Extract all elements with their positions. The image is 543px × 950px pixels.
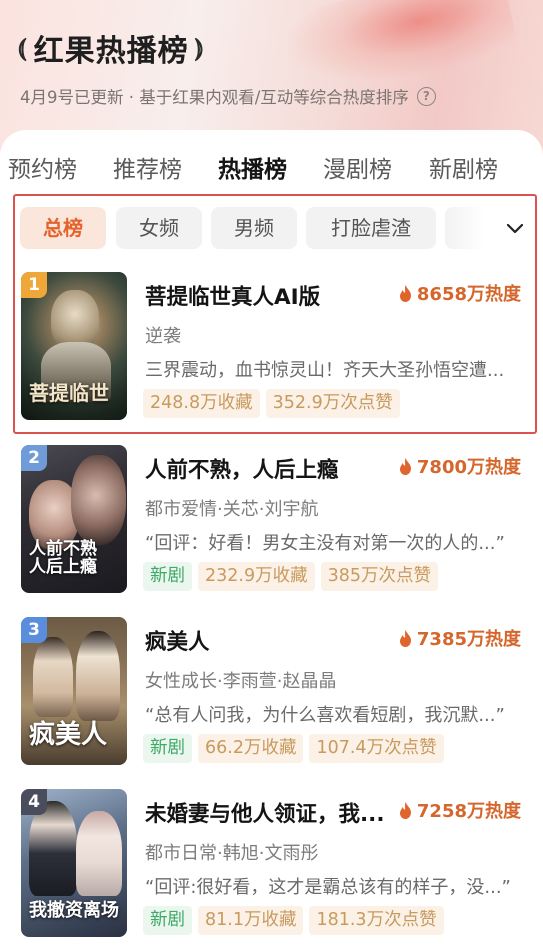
- poster-image[interactable]: 3 疯美人: [21, 617, 127, 765]
- poster-figure: [29, 801, 77, 896]
- list-item[interactable]: 3 疯美人 疯美人 7385万热度 女性成长·李雨萱·赵晶晶 “总有人问我，为什…: [0, 617, 543, 782]
- flame-icon: [399, 629, 411, 647]
- poster-image[interactable]: 4 我撤资离场: [21, 789, 127, 937]
- heat-score: 7258万热度: [398, 797, 521, 823]
- laurel-right-icon: ⦆: [194, 32, 205, 63]
- ranking-tabs: 预约榜 推荐榜 热播榜 漫剧榜 新剧榜: [0, 150, 543, 190]
- heat-score: 7800万热度: [398, 453, 521, 479]
- stats-tags: 新剧 232.9万收藏 385万次点赞: [143, 562, 439, 591]
- update-info-text: 4月9号已更新 · 基于红果内观看/互动等综合热度排序: [20, 88, 409, 107]
- poster-title: 我撤资离场: [29, 900, 119, 922]
- highlight-frame: [13, 194, 537, 434]
- tab-new[interactable]: 新剧榜: [429, 150, 498, 190]
- collect-count: 81.1万收藏: [198, 906, 304, 935]
- heat-value: 7800万热度: [416, 457, 521, 478]
- genre-line: 都市日常·韩旭·文雨彤: [145, 843, 319, 864]
- rank-badge: 2: [21, 445, 47, 471]
- list-item[interactable]: 4 我撤资离场 未婚妻与他人领证，我... 7258万热度 都市日常·韩旭·文雨…: [0, 789, 543, 950]
- drama-title[interactable]: 未婚妻与他人领证，我...: [145, 797, 385, 828]
- poster-title: 疯美人: [29, 719, 108, 750]
- poster-title: 人前不熟 人后上瘾: [29, 539, 97, 578]
- page-title-text: 红果热播榜: [33, 34, 189, 69]
- tab-comic[interactable]: 漫剧榜: [323, 150, 392, 190]
- poster-image[interactable]: 2 人前不熟 人后上瘾: [21, 445, 127, 593]
- genre-line: 女性成长·李雨萱·赵晶晶: [145, 671, 337, 692]
- genre-line: 都市爱情·关芯·刘宇航: [145, 499, 319, 520]
- description: “回评：好看！男女主没有对第一次的人的...”: [145, 533, 505, 554]
- rank-badge: 4: [21, 789, 47, 815]
- description: “回评:很好看，这才是霸总该有的样子，没...”: [145, 877, 511, 898]
- drama-title[interactable]: 疯美人: [145, 625, 210, 656]
- like-count: 385万次点赞: [320, 562, 439, 591]
- tab-recommend[interactable]: 推荐榜: [113, 150, 182, 190]
- heat-score: 7385万热度: [398, 625, 521, 651]
- heat-value: 7258万热度: [416, 801, 521, 822]
- new-badge: 新剧: [143, 562, 192, 591]
- page-title: ⦅ 红果热播榜 ⦆: [18, 28, 205, 70]
- poster-figure-2: [71, 455, 126, 545]
- drama-title[interactable]: 人前不熟，人后上瘾: [145, 453, 339, 484]
- poster-figure: [33, 637, 73, 717]
- stats-tags: 新剧 66.2万收藏 107.4万次点赞: [143, 734, 444, 763]
- tab-hot[interactable]: 热播榜: [218, 150, 287, 190]
- flame-icon: [399, 457, 411, 475]
- collect-count: 66.2万收藏: [198, 734, 304, 763]
- poster-figure-2: [76, 631, 120, 721]
- rank-badge: 3: [21, 617, 47, 643]
- flame-icon: [399, 801, 411, 819]
- like-count: 181.3万次点赞: [309, 906, 444, 935]
- collect-count: 232.9万收藏: [198, 562, 315, 591]
- update-info: 4月9号已更新 · 基于红果内观看/互动等综合热度排序 ?: [20, 84, 436, 108]
- like-count: 107.4万次点赞: [309, 734, 444, 763]
- help-icon[interactable]: ?: [416, 86, 436, 106]
- new-badge: 新剧: [143, 906, 192, 935]
- list-item[interactable]: 2 人前不熟 人后上瘾 人前不熟，人后上瘾 7800万热度 都市爱情·关芯·刘宇…: [0, 445, 543, 610]
- poster-figure-2: [76, 811, 122, 896]
- tab-preorder[interactable]: 预约榜: [8, 150, 77, 190]
- description: “总有人问我，为什么喜欢看短剧，我沉默...”: [145, 705, 505, 726]
- laurel-left-icon: ⦅: [18, 32, 28, 63]
- new-badge: 新剧: [143, 734, 192, 763]
- heat-value: 7385万热度: [416, 629, 521, 650]
- stats-tags: 新剧 81.1万收藏 181.3万次点赞: [143, 906, 444, 935]
